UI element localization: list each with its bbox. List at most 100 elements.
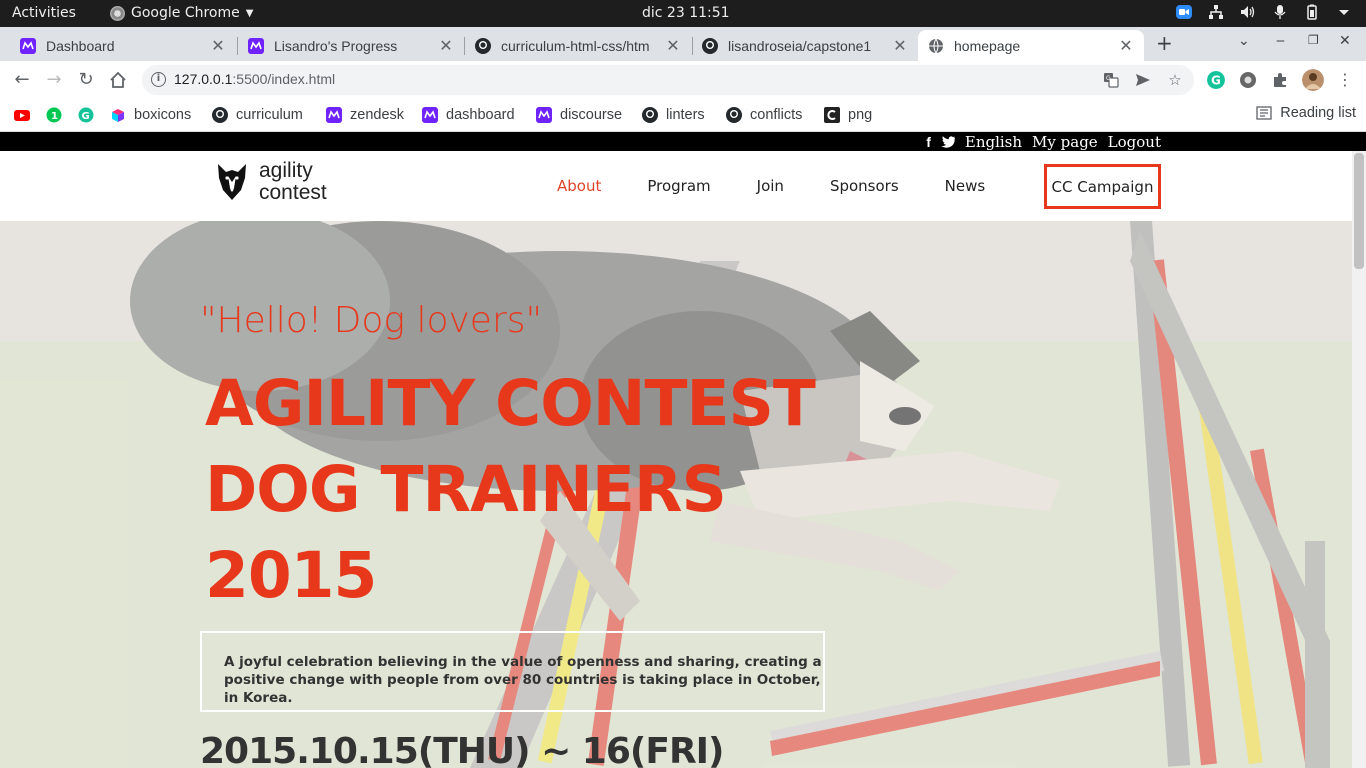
site-logo[interactable]: agility contest: [215, 160, 327, 204]
headline-line-2: DOG TRAINERS: [205, 453, 727, 526]
cc-campaign-button[interactable]: CC Campaign: [1044, 164, 1161, 209]
clock[interactable]: dic 23 11:51: [642, 5, 730, 21]
bookmark-green-app[interactable]: 1: [46, 105, 62, 125]
reload-button[interactable]: ↻: [76, 70, 96, 90]
bookmark-boxicons[interactable]: boxicons: [110, 105, 191, 125]
nav-news[interactable]: News: [945, 177, 986, 195]
grammarly-icon[interactable]: G: [1207, 71, 1225, 89]
app-menu-label: Google Chrome: [131, 5, 240, 21]
url-path: :5500/index.html: [232, 71, 336, 87]
utility-bar: f English My page Logout: [0, 132, 1366, 151]
twitter-icon[interactable]: [940, 135, 955, 148]
svg-text:G: G: [82, 111, 90, 122]
tab-progress[interactable]: Lisandro's Progress ✕: [238, 30, 464, 61]
chrome-menu-icon[interactable]: ⋮: [1335, 70, 1355, 90]
close-icon[interactable]: ✕: [892, 36, 908, 56]
tab-curriculum[interactable]: curriculum-html-css/htm ✕: [465, 30, 691, 61]
nav-about[interactable]: About: [557, 177, 601, 195]
bookmark-linters[interactable]: linters: [642, 105, 705, 125]
bookmarks-bar: 1 G boxicons curriculum zendesk dashboar…: [0, 99, 1366, 132]
microverse-icon: [20, 37, 36, 54]
headline-line-3: 2015: [205, 539, 377, 612]
power-menu-caret-icon: [1339, 10, 1349, 15]
tab-title: homepage: [954, 37, 1021, 54]
bookmark-png[interactable]: png: [824, 105, 872, 125]
forward-button[interactable]: →: [44, 70, 64, 90]
send-icon[interactable]: [1135, 72, 1151, 88]
back-button[interactable]: ←: [12, 70, 32, 90]
zoom-icon: [1176, 5, 1192, 19]
close-window-button[interactable]: ✕: [1339, 33, 1351, 49]
battery-icon: [1307, 4, 1317, 20]
bookmark-discourse[interactable]: discourse: [536, 105, 622, 125]
nav-join[interactable]: Join: [757, 177, 784, 195]
hero-intro-box: A joyful celebration believing in the va…: [200, 631, 825, 712]
site-info-icon[interactable]: i: [151, 72, 166, 87]
tab-homepage[interactable]: homepage ✕: [918, 30, 1144, 61]
svg-text:G: G: [1211, 74, 1221, 88]
headline-line-1: AGILITY CONTEST: [205, 367, 816, 440]
microverse-icon: [536, 107, 552, 123]
browser-toolbar: ← → ↻ i 127.0.0.1:5500/index.html G ☆ G …: [0, 61, 1366, 99]
settings-extension-icon[interactable]: [1239, 71, 1257, 89]
scrollbar-thumb[interactable]: [1354, 153, 1364, 269]
my-page-link[interactable]: My page: [1032, 133, 1098, 151]
bookmark-star-icon[interactable]: ☆: [1167, 72, 1183, 88]
web-page: f English My page Logout agility contest…: [0, 132, 1366, 768]
reading-list-icon: [1256, 106, 1272, 120]
logo-line-2: contest: [259, 181, 327, 204]
bookmark-dashboard[interactable]: dashboard: [422, 105, 515, 125]
logo-wordmark: agility contest: [259, 160, 327, 204]
app-menu[interactable]: Google Chrome ▼: [110, 5, 253, 21]
address-bar[interactable]: i 127.0.0.1:5500/index.html G ☆: [142, 65, 1194, 95]
logout-link[interactable]: Logout: [1108, 133, 1161, 151]
profile-avatar[interactable]: [1302, 69, 1324, 91]
language-link[interactable]: English: [965, 133, 1022, 151]
github-icon: [726, 107, 742, 123]
bookmark-conflicts[interactable]: conflicts: [726, 105, 802, 125]
page-scrollbar[interactable]: [1352, 151, 1366, 768]
bookmark-label: dashboard: [446, 107, 515, 123]
svg-text:1: 1: [51, 111, 58, 122]
url-text[interactable]: 127.0.0.1:5500/index.html: [174, 71, 335, 87]
github-icon: [475, 37, 491, 54]
bookmark-curriculum[interactable]: curriculum: [212, 105, 303, 125]
logo-line-1: agility: [259, 159, 313, 182]
c-logo-icon: [824, 107, 840, 123]
reading-list-label: Reading list: [1280, 105, 1356, 121]
close-icon[interactable]: ✕: [210, 36, 226, 56]
event-dates: 2015.10.15(THU) ~ 16(FRI): [200, 731, 725, 768]
tab-title: curriculum-html-css/htm: [501, 37, 650, 54]
microphone-icon: [1274, 5, 1286, 19]
close-icon[interactable]: ✕: [438, 36, 454, 56]
bookmark-grammarly[interactable]: G: [78, 105, 94, 125]
close-icon[interactable]: ✕: [665, 36, 681, 56]
tab-search-icon[interactable]: ⌄: [1238, 33, 1250, 49]
nav-sponsors[interactable]: Sponsors: [830, 177, 899, 195]
bookmark-zendesk[interactable]: zendesk: [326, 105, 404, 125]
translate-icon[interactable]: G: [1103, 72, 1119, 88]
github-icon: [702, 37, 718, 54]
bookmark-youtube[interactable]: [14, 105, 30, 125]
home-icon[interactable]: [108, 70, 128, 90]
extensions-puzzle-icon[interactable]: [1271, 71, 1289, 89]
activities-button[interactable]: Activities: [12, 5, 76, 21]
url-host: 127.0.0.1: [174, 71, 233, 87]
new-tab-button[interactable]: +: [1156, 31, 1173, 55]
nav-program[interactable]: Program: [647, 177, 710, 195]
reading-list-button[interactable]: Reading list: [1256, 105, 1356, 121]
microverse-icon: [326, 107, 342, 123]
bookmark-label: png: [848, 107, 873, 123]
tab-dashboard[interactable]: Dashboard ✕: [10, 30, 236, 61]
maximize-button[interactable]: ❐: [1308, 33, 1319, 47]
tab-capstone[interactable]: lisandroseia/capstone1 ✕: [692, 30, 918, 61]
bookmark-label: curriculum: [236, 107, 303, 123]
minimize-button[interactable]: ‒: [1276, 33, 1285, 49]
bookmark-label: zendesk: [350, 107, 405, 123]
facebook-icon[interactable]: f: [926, 134, 931, 150]
close-icon[interactable]: ✕: [1118, 36, 1134, 56]
caret-down-icon: ▼: [245, 7, 254, 19]
system-tray[interactable]: [1176, 4, 1352, 20]
main-nav: About Program Join Sponsors News: [557, 151, 1031, 221]
system-top-bar: Activities Google Chrome ▼ dic 23 11:51: [0, 0, 1366, 27]
